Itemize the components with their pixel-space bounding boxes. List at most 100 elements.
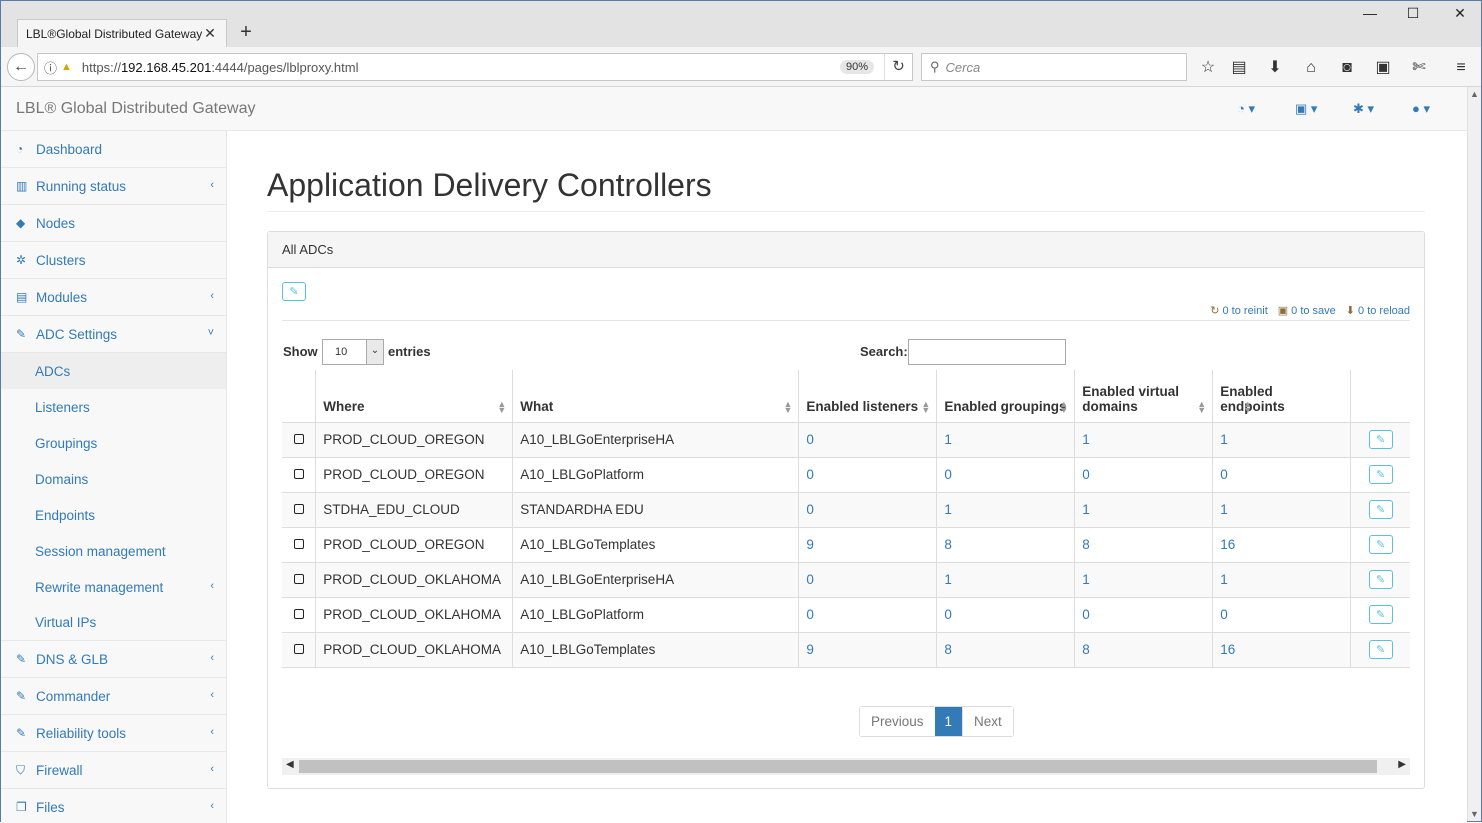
cell-enabled-groupings[interactable]: 8 [936,632,1076,668]
cell-enabled-groupings[interactable]: 8 [936,527,1076,563]
cell-enabled-listeners[interactable]: 0 [798,492,938,528]
cell-enabled-virtual-domains[interactable]: 8 [1074,632,1214,668]
next-page-button[interactable]: Next [962,707,1013,736]
scrollbar-thumb[interactable] [299,760,1377,773]
cell-enabled-virtual-domains[interactable]: 1 [1074,422,1214,458]
sidebar-item-nodes[interactable]: ◆ Nodes [1,205,226,242]
scroll-right-icon[interactable]: ▶ [1398,759,1406,770]
cell-enabled-endpoints[interactable]: 16 [1212,527,1352,563]
edit-row-button[interactable]: ✎ [1368,430,1393,449]
edit-row-button[interactable]: ✎ [1368,570,1393,589]
cell-enabled-listeners[interactable]: 9 [798,527,938,563]
sidebar-item-modules[interactable]: ▤ Modules ‹ [1,279,226,316]
download-icon[interactable]: ⬇ [1264,57,1286,79]
maximize-icon[interactable]: ☐ [1398,5,1428,22]
info-icon[interactable]: ⓘ [44,58,57,77]
cell-enabled-groupings[interactable]: 0 [936,597,1076,633]
vertical-scrollbar[interactable]: ▲ ▼ [1467,87,1481,821]
page-1-button[interactable]: 1 [934,707,963,736]
save-icon[interactable]: ▣ ▾ [1295,101,1317,117]
sidebar-item-adc-settings[interactable]: ✎ ADC Settings ˅ [1,316,226,353]
column-header-enabled-listeners[interactable]: Enabled listeners ▲ ▼ [798,370,938,423]
reinit-link[interactable]: ↻ 0 to reinit [1210,304,1267,317]
scroll-left-icon[interactable]: ◀ [286,759,294,770]
cell-enabled-listeners[interactable]: 0 [798,597,938,633]
edit-row-button[interactable]: ✎ [1368,605,1393,624]
edit-all-button[interactable]: ✎ [282,282,306,301]
table-search-input[interactable] [908,339,1066,365]
column-header-enabled-endpoints[interactable]: Enabled endpoints ▲ ▼ [1212,370,1352,423]
sidebar-subitem-domains[interactable]: Domains [1,461,226,497]
cell-enabled-endpoints[interactable]: 1 [1212,562,1352,598]
warning-lock-icon[interactable]: ▲ [61,61,72,73]
column-header-enabled-groupings[interactable]: Enabled groupings ▲ ▼ [936,370,1076,423]
cell-enabled-endpoints[interactable]: 16 [1212,632,1352,668]
sidebar-item-files[interactable]: ❐ Files ‹ [1,789,226,823]
save-link[interactable]: ▣ 0 to save [1278,304,1336,317]
cell-enabled-virtual-domains[interactable]: 8 [1074,527,1214,563]
minimize-icon[interactable]: — [1355,5,1385,21]
back-icon[interactable]: ← [7,53,35,81]
scroll-down-icon[interactable]: ▼ [1470,809,1479,819]
edit-row-button[interactable]: ✎ [1368,465,1393,484]
sidebar-subitem-groupings[interactable]: Groupings [1,425,226,461]
user-icon[interactable]: ● ▾ [1412,101,1430,117]
sidebar-subitem-session-management[interactable]: Session management [1,533,226,569]
close-window-icon[interactable]: ✕ [1445,5,1475,22]
bookmark-star-icon[interactable]: ☆ [1197,57,1219,79]
zoom-level[interactable]: 90% [839,60,874,74]
cell-enabled-listeners[interactable]: 0 [798,562,938,598]
browser-search-input[interactable]: ⚲ Cerca [921,53,1187,81]
cell-enabled-listeners[interactable]: 0 [798,422,938,458]
sidebar-subitem-listeners[interactable]: Listeners [1,389,226,425]
cell-enabled-listeners[interactable]: 9 [798,632,938,668]
cell-enabled-endpoints[interactable]: 0 [1212,597,1352,633]
edit-row-button[interactable]: ✎ [1368,535,1393,554]
reload-icon[interactable]: ↻ [884,54,912,80]
edit-row-button[interactable]: ✎ [1368,500,1393,519]
cell-enabled-virtual-domains[interactable]: 0 [1074,597,1214,633]
sidebar-item-dashboard[interactable]: ◔ Dashboard [1,131,226,168]
column-header-enabled-virtual-domains[interactable]: Enabled virtual domains ▲ ▼ [1074,370,1214,423]
sidebar-item-dns-glb[interactable]: ✎ DNS & GLB ‹ [1,641,226,678]
sidebar-item-running-status[interactable]: ▥ Running status ‹ [1,168,226,205]
previous-page-button[interactable]: Previous [860,707,935,736]
row-checkbox[interactable] [293,609,304,619]
cell-enabled-listeners[interactable]: 0 [798,457,938,493]
cell-enabled-virtual-domains[interactable]: 1 [1074,562,1214,598]
sidebar-item-firewall[interactable]: ⛉ Firewall ‹ [1,752,226,789]
column-header-what[interactable]: What ▲ ▼ [512,370,800,423]
extension-icon[interactable]: ▣ [1372,57,1394,79]
cell-enabled-virtual-domains[interactable]: 1 [1074,492,1214,528]
cell-enabled-groupings[interactable]: 1 [936,562,1076,598]
sidebar-item-commander[interactable]: ✎ Commander ‹ [1,678,226,715]
row-checkbox[interactable] [293,469,304,479]
cell-enabled-virtual-domains[interactable]: 0 [1074,457,1214,493]
browser-tab[interactable]: LBL®Global Distributed Gateway ✕ [17,19,227,47]
sidebar-subitem-rewrite-management[interactable]: Rewrite management ‹ [1,569,226,605]
screenshot-icon[interactable]: ✄ [1408,57,1430,79]
entries-select[interactable]: 10 ⌄ [322,339,384,365]
home-icon[interactable]: ⌂ [1300,57,1322,79]
menu-icon[interactable]: ≡ [1450,57,1472,79]
row-checkbox[interactable] [293,574,304,584]
cell-enabled-endpoints[interactable]: 0 [1212,457,1352,493]
brand-title[interactable]: LBL® Global Distributed Gateway [16,100,255,118]
cell-enabled-groupings[interactable]: 1 [936,422,1076,458]
row-checkbox[interactable] [293,539,304,549]
url-text[interactable]: https://192.168.45.201:4444/pages/lblpro… [82,60,840,75]
pocket-icon[interactable]: ◙ [1336,57,1358,79]
cell-enabled-groupings[interactable]: 0 [936,457,1076,493]
row-checkbox[interactable] [293,644,304,654]
sidebar-item-clusters[interactable]: ✲ Clusters [1,242,226,279]
horizontal-scrollbar[interactable]: ◀ ▶ [282,758,1410,775]
address-bar[interactable]: ⓘ ▲ https://192.168.45.201:4444/pages/lb… [37,53,913,81]
gear-icon[interactable]: ✱ ▾ [1353,101,1374,117]
reading-list-icon[interactable]: ▤ [1228,57,1250,79]
cell-enabled-endpoints[interactable]: 1 [1212,422,1352,458]
cell-enabled-endpoints[interactable]: 1 [1212,492,1352,528]
close-tab-icon[interactable]: ✕ [202,25,218,42]
scroll-up-icon[interactable]: ▲ [1470,89,1479,99]
new-tab-icon[interactable]: + [236,21,256,44]
sidebar-subitem-adcs[interactable]: ADCs [1,353,226,389]
